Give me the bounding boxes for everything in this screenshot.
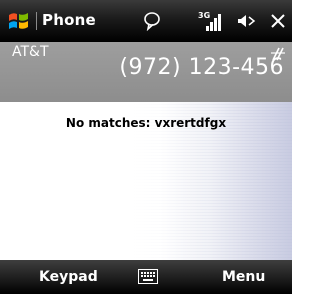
title-bar: Phone 3G [0,0,292,42]
network-type-label: 3G [198,11,210,20]
signal-3g-icon[interactable]: 3G [198,10,222,32]
volume-icon[interactable] [236,12,256,30]
menu-softkey[interactable]: Menu [222,269,265,285]
windows-start-icon[interactable] [7,9,31,33]
app-title: Phone [42,11,96,29]
notification-icon[interactable] [142,11,162,32]
no-matches-message: No matches: vxrertdfgx [65,116,227,130]
keypad-softkey[interactable]: Keypad [39,269,98,285]
search-results-area: No matches: vxrertdfgx [0,102,292,260]
keyboard-icon[interactable] [138,269,158,284]
status-icons: 3G [128,8,286,34]
softkey-bar: Keypad Menu [0,260,292,294]
title-separator [36,12,37,30]
dialed-number: (972) 123-456 [119,55,284,80]
carrier-name: AT&T [12,44,49,60]
close-icon[interactable] [270,13,286,29]
